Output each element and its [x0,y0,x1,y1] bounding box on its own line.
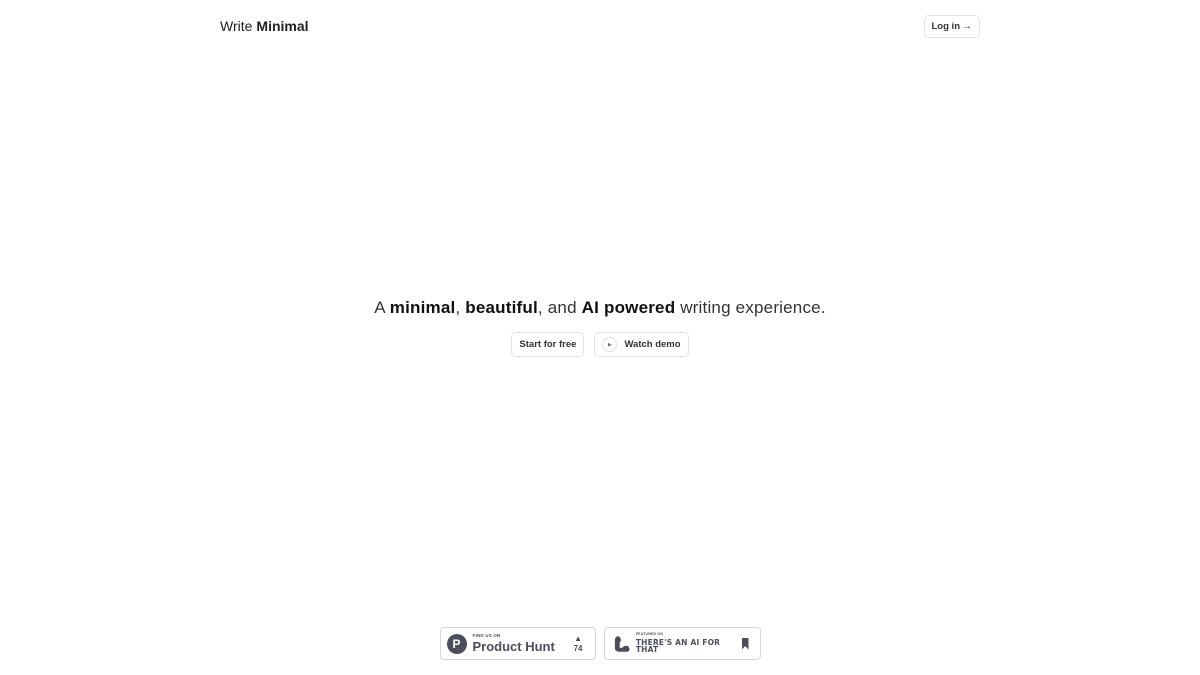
start-for-free-button[interactable]: Start for free [511,332,585,357]
tagline-part: A [374,298,390,317]
ai-for-that-text: FEATURED ON THERE'S AN AI FOR THAT [636,633,742,654]
product-hunt-badge[interactable]: P FIND US ON Product Hunt ▲ 74 [439,627,596,660]
badges-row: P FIND US ON Product Hunt ▲ 74 FEATURED … [0,627,1200,660]
flexed-arm-icon [614,635,630,652]
watch-demo-button[interactable]: ▶ Watch demo [594,332,689,357]
login-button[interactable]: Log in → [923,14,980,38]
tagline-emphasis: AI powered [581,298,676,317]
upvote-count: 74 [573,643,583,653]
bookmark-icon [741,637,749,650]
login-button-label: Log in [931,20,961,32]
ai-for-that-small-text: FEATURED ON [635,632,664,637]
upvote-triangle-icon: ▲ [574,633,582,643]
tagline-emphasis: beautiful [465,298,538,317]
product-hunt-title: Product Hunt [472,639,555,655]
page: Write Minimal Log in → A minimal, beauti… [0,0,1200,675]
brand-name-bold: Minimal [256,18,309,34]
brand-logo[interactable]: Write Minimal [220,18,309,34]
cta-row: Start for free ▶ Watch demo [0,332,1200,357]
tagline-part: , and [537,298,582,317]
product-hunt-logo-icon: P [446,633,467,654]
tagline: A minimal, beautiful, and AI powered wri… [0,298,1200,318]
upvote-counter: ▲ 74 [573,633,583,653]
arrow-right-icon: → [962,20,972,32]
header: Write Minimal Log in → [220,14,980,38]
hero: A minimal, beautiful, and AI powered wri… [0,298,1200,357]
product-hunt-text: FIND US ON Product Hunt [472,632,555,655]
play-icon: ▶ [602,337,618,352]
brand-name-light: Write [220,18,253,34]
tagline-part: , [455,298,466,317]
product-hunt-small-text: FIND US ON [472,632,501,638]
tagline-part: writing experience. [675,298,826,317]
tagline-emphasis: minimal [389,298,456,317]
watch-demo-label: Watch demo [624,339,681,350]
ai-for-that-badge[interactable]: FEATURED ON THERE'S AN AI FOR THAT [603,627,761,660]
start-for-free-label: Start for free [519,339,577,350]
ai-for-that-title: THERE'S AN AI FOR THAT [635,637,721,655]
